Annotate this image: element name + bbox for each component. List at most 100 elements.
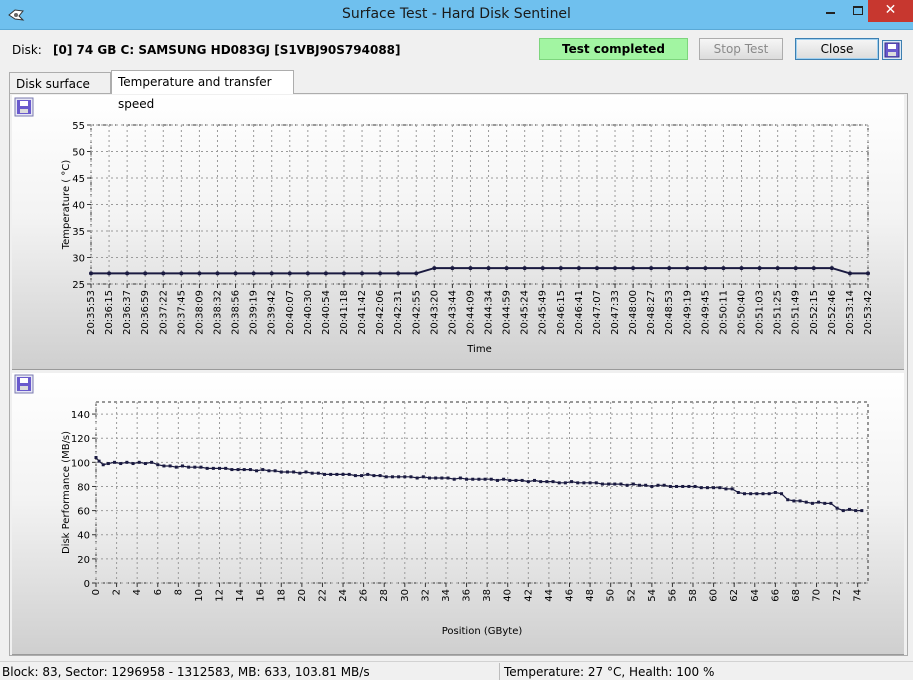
status-separator bbox=[499, 663, 500, 680]
data-point bbox=[360, 271, 365, 276]
data-point bbox=[854, 509, 858, 513]
close-window-button[interactable]: ✕ bbox=[868, 0, 913, 22]
data-point bbox=[520, 478, 524, 482]
tick-label-x: 20:53:42 bbox=[863, 290, 874, 335]
tick-label-x: 2 bbox=[112, 589, 123, 595]
data-point bbox=[279, 470, 283, 474]
data-point bbox=[786, 498, 790, 502]
tick-label-x: 20:37:45 bbox=[176, 290, 187, 335]
data-point bbox=[215, 271, 220, 276]
tick-label-x: 62 bbox=[729, 589, 740, 602]
tick-label-x: 20:38:09 bbox=[194, 290, 205, 335]
tick-label-y: 80 bbox=[77, 482, 90, 493]
data-point bbox=[761, 492, 765, 496]
data-point bbox=[396, 271, 401, 276]
tick-label-x: 20:46:41 bbox=[574, 290, 585, 335]
data-point bbox=[468, 266, 473, 271]
tick-label-x: 18 bbox=[276, 589, 287, 602]
tick-label-x: 36 bbox=[462, 589, 473, 602]
tab-temperature-transfer-speed[interactable]: Temperature and transfer speed bbox=[111, 70, 294, 111]
tick-label-x: 20:37:22 bbox=[158, 290, 169, 335]
tick-label-x: 20:52:15 bbox=[809, 290, 820, 335]
data-point bbox=[703, 266, 708, 271]
tick-label-x: 22 bbox=[317, 589, 328, 602]
tick-label-x: 20:42:06 bbox=[375, 290, 386, 335]
tick-label-x: 58 bbox=[688, 589, 699, 602]
performance-chart-svg: 0204060801001201400 2 4 6 8 10 12 14 16 18 20 22 24 2… bbox=[61, 401, 869, 637]
tick-label-y: 50 bbox=[72, 148, 85, 159]
tick-label-x: 20:41:18 bbox=[339, 290, 350, 335]
tick-label-x: 20:52:46 bbox=[827, 290, 838, 335]
data-point bbox=[712, 486, 716, 490]
data-point bbox=[780, 492, 784, 496]
save-chart-icon[interactable] bbox=[14, 374, 34, 394]
data-point bbox=[414, 271, 419, 276]
tick-label-x: 20:48:53 bbox=[664, 290, 675, 335]
data-point bbox=[866, 271, 870, 276]
tick-label-x: 74 bbox=[853, 589, 864, 602]
data-point bbox=[156, 463, 160, 467]
temperature-health: Temperature: 27 °C, Health: 100 % bbox=[504, 665, 715, 679]
tick-label-x: 20:36:59 bbox=[140, 290, 151, 335]
data-point bbox=[631, 482, 635, 486]
tick-label-x: 30 bbox=[400, 589, 411, 602]
data-point bbox=[150, 460, 154, 464]
tick-label-x: 20:44:59 bbox=[502, 290, 513, 335]
save-button[interactable] bbox=[882, 40, 902, 60]
data-point bbox=[211, 466, 215, 470]
tick-label-x: 4 bbox=[132, 589, 143, 595]
data-point bbox=[233, 271, 238, 276]
stop-test-button[interactable]: Stop Test bbox=[699, 38, 783, 60]
data-point bbox=[539, 480, 543, 484]
data-point bbox=[378, 474, 382, 478]
data-point bbox=[817, 500, 821, 504]
tick-label-x: 20:36:15 bbox=[104, 290, 115, 335]
minimize-button[interactable] bbox=[815, 0, 845, 22]
performance-series-line bbox=[95, 457, 862, 512]
data-point bbox=[298, 471, 302, 475]
data-point bbox=[705, 486, 709, 490]
tick-label-x: 20:43:44 bbox=[447, 290, 458, 335]
data-point bbox=[736, 491, 740, 494]
tick-label-x: 60 bbox=[709, 589, 720, 602]
tick-label-x: 28 bbox=[379, 589, 390, 602]
data-point bbox=[557, 481, 561, 485]
tick-label-x: 20:49:45 bbox=[700, 290, 711, 335]
tick-label-x: 20:51:03 bbox=[755, 290, 766, 335]
tick-label-x: 54 bbox=[647, 589, 658, 602]
data-point bbox=[847, 507, 851, 511]
data-point bbox=[397, 475, 401, 479]
disk-selector[interactable]: [0] 74 GB C: SAMSUNG HD083GJ [S1VBJ90S79… bbox=[53, 43, 401, 57]
data-point bbox=[174, 465, 178, 469]
tab-disk-surface-map[interactable]: Disk surface map bbox=[9, 72, 111, 113]
tick-label-x: 20:48:27 bbox=[646, 290, 657, 335]
status-badge: Test completed bbox=[539, 38, 688, 60]
tick-label-x: 10 bbox=[194, 589, 205, 602]
tick-label-x: 20:44:09 bbox=[465, 290, 476, 335]
data-point bbox=[218, 466, 222, 470]
tick-label-x: 50 bbox=[606, 589, 617, 602]
data-point bbox=[699, 486, 703, 490]
floppy-icon bbox=[884, 42, 900, 58]
data-point bbox=[625, 483, 629, 487]
data-point bbox=[180, 464, 184, 468]
data-point bbox=[341, 472, 345, 476]
tick-label-x: 20:40:07 bbox=[285, 290, 296, 335]
data-point bbox=[637, 483, 641, 487]
tick-label-y: 25 bbox=[72, 280, 85, 291]
data-point bbox=[261, 468, 265, 472]
tick-label-x: 20:51:49 bbox=[791, 290, 802, 335]
tick-label-x: 46 bbox=[564, 589, 575, 602]
data-point bbox=[829, 501, 833, 505]
data-point bbox=[119, 462, 123, 466]
data-point bbox=[757, 266, 762, 271]
tick-label-x: 40 bbox=[503, 589, 514, 602]
x-axis-label: Time bbox=[466, 344, 491, 355]
close-button[interactable]: Close bbox=[795, 38, 879, 60]
tick-label-y: 40 bbox=[72, 201, 85, 212]
save-chart-icon[interactable] bbox=[14, 97, 34, 117]
data-point bbox=[594, 481, 598, 485]
disk-label: Disk: bbox=[12, 43, 42, 57]
data-point bbox=[403, 475, 407, 479]
data-point bbox=[804, 500, 808, 504]
